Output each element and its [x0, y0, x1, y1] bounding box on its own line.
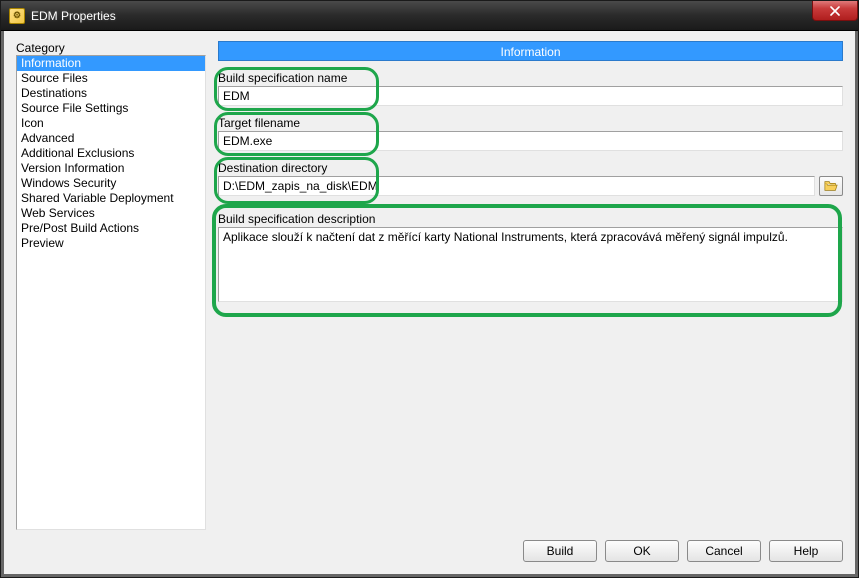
close-icon: [829, 6, 841, 16]
category-item[interactable]: Version Information: [17, 161, 205, 176]
information-panel: Information Build specification name Tar…: [218, 41, 843, 530]
panel-header: Information: [218, 41, 843, 61]
description-label: Build specification description: [218, 212, 843, 226]
category-item[interactable]: Icon: [17, 116, 205, 131]
close-button[interactable]: [812, 1, 858, 21]
category-item[interactable]: Web Services: [17, 206, 205, 221]
cancel-button[interactable]: Cancel: [687, 540, 761, 562]
dialog-button-row: Build OK Cancel Help: [16, 530, 843, 564]
category-item[interactable]: Destinations: [17, 86, 205, 101]
help-button[interactable]: Help: [769, 540, 843, 562]
window-title: EDM Properties: [31, 9, 116, 23]
build-spec-name-input[interactable]: [218, 86, 843, 106]
category-item[interactable]: Source File Settings: [17, 101, 205, 116]
content-row: Category InformationSource FilesDestinat…: [16, 41, 843, 530]
category-item[interactable]: Source Files: [17, 71, 205, 86]
category-item[interactable]: Windows Security: [17, 176, 205, 191]
target-filename-input[interactable]: [218, 131, 843, 151]
category-item[interactable]: Additional Exclusions: [17, 146, 205, 161]
category-panel: Category InformationSource FilesDestinat…: [16, 41, 206, 530]
destination-directory-input[interactable]: [218, 176, 815, 196]
destination-directory-group: Destination directory: [218, 161, 843, 196]
category-item[interactable]: Pre/Post Build Actions: [17, 221, 205, 236]
window-buttons: [812, 1, 858, 21]
category-item[interactable]: Advanced: [17, 131, 205, 146]
folder-open-icon: [824, 180, 838, 192]
category-item[interactable]: Preview: [17, 236, 205, 251]
ok-button[interactable]: OK: [605, 540, 679, 562]
window-root: ⚙ EDM Properties Category InformationSou…: [0, 0, 859, 578]
build-spec-name-label: Build specification name: [218, 71, 843, 85]
build-button[interactable]: Build: [523, 540, 597, 562]
target-filename-group: Target filename: [218, 116, 843, 151]
description-textarea[interactable]: [218, 227, 843, 302]
description-group: Build specification description: [218, 212, 843, 302]
build-spec-name-group: Build specification name: [218, 71, 843, 106]
browse-button[interactable]: [819, 176, 843, 196]
app-icon: ⚙: [9, 8, 25, 24]
destination-directory-label: Destination directory: [218, 161, 843, 175]
title-bar: ⚙ EDM Properties: [1, 1, 858, 31]
category-header: Category: [16, 41, 206, 55]
category-list[interactable]: InformationSource FilesDestinationsSourc…: [16, 55, 206, 530]
category-item[interactable]: Information: [17, 56, 205, 71]
target-filename-label: Target filename: [218, 116, 843, 130]
destination-directory-row: [218, 176, 843, 196]
category-item[interactable]: Shared Variable Deployment: [17, 191, 205, 206]
client-area: Category InformationSource FilesDestinat…: [1, 31, 858, 577]
